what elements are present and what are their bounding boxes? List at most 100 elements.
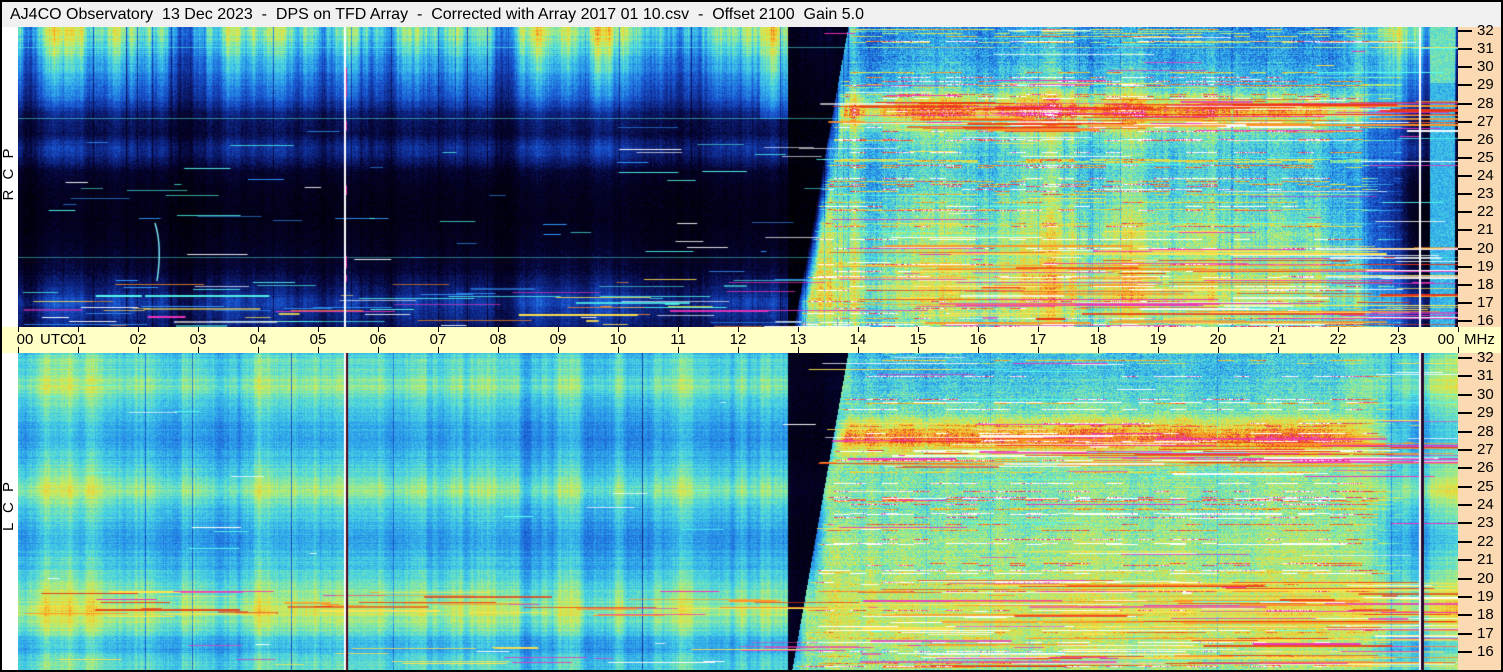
freq-tick [1458,375,1472,378]
freq-tick [1458,84,1472,87]
freq-tick [1458,320,1472,322]
freq-tick-label: 16 [1477,643,1494,660]
freq-tick [1458,614,1472,617]
time-hour-label: 02 [129,331,147,348]
time-hour-label: 22 [1329,331,1347,348]
time-tick [1458,327,1459,332]
freq-tick-label: 22 [1477,532,1494,550]
time-hour-label: 10 [609,331,627,348]
time-hour-label: 08 [489,331,507,348]
time-hour-label: 15 [909,331,927,348]
time-hour-label: 13 [789,331,807,348]
dps-viewer: AJ4CO Observatory 13 Dec 2023 - DPS on T… [0,0,1503,672]
freq-tick [1458,66,1472,69]
freq-tick-label: 30 [1477,58,1494,76]
time-hour-label: 00 [16,331,34,348]
freq-tick-label: 27 [1477,112,1494,130]
time-hour-label: 03 [189,331,207,348]
freq-tick [1458,430,1472,433]
lcp-panel-label: L C P [0,479,17,531]
time-hour-label: 01 [69,331,87,348]
freq-tick [1458,211,1472,214]
time-axis-band: 00 01 02 03 04 05 06 07 08 09 10 11 12 13 14 15 16 17 18 19… [2,327,1501,353]
freq-tick-label: 17 [1477,293,1494,311]
freq-tick [1458,522,1472,525]
freq-tick [1458,577,1472,580]
freq-tick-label: 17 [1477,624,1494,642]
freq-tick-label: 19 [1477,587,1494,605]
freq-tick-label: 29 [1477,404,1494,422]
freq-tick-label: 19 [1477,257,1494,275]
freq-tick-label: 32 [1477,349,1494,366]
lcp-spectrogram-canvas [18,353,1458,671]
rcp-spectrogram-canvas [18,27,1458,327]
freq-tick [1458,467,1472,470]
freq-tick-label: 24 [1477,167,1494,184]
freq-tick [1458,102,1472,105]
time-hour-label: 07 [429,331,447,348]
time-tick [1458,347,1459,353]
time-hour-label: 21 [1269,331,1287,348]
freq-tick-label: 23 [1477,514,1494,532]
freq-tick-label: 28 [1477,422,1494,440]
title-bar: AJ4CO Observatory 13 Dec 2023 - DPS on T… [2,2,1501,27]
time-axis-utc-label: UTC [40,331,71,348]
freq-tick [1458,632,1472,635]
freq-tick-label: 32 [1477,22,1494,39]
time-hour-label: 17 [1029,331,1047,348]
freq-tick [1458,540,1472,543]
time-hour-label: 05 [309,331,327,348]
freq-tick-label: 21 [1477,221,1494,239]
freq-tick [1458,138,1472,141]
freq-tick-label: 24 [1477,496,1494,513]
freq-tick-label: 20 [1477,239,1494,257]
time-hour-label: 09 [549,331,567,348]
freq-tick-label: 31 [1477,40,1494,58]
time-axis-mhz-label: MHz [1464,331,1495,348]
rcp-panel-label: R C P [0,145,17,201]
freq-tick-label: 18 [1477,606,1494,624]
time-hour-label: 19 [1149,331,1167,348]
freq-tick-label: 25 [1477,477,1494,495]
freq-tick-label: 28 [1477,94,1494,112]
time-hour-label: 20 [1209,331,1227,348]
freq-tick [1458,48,1472,51]
freq-tick-label: 29 [1477,76,1494,94]
time-hour-label: 11 [670,331,686,348]
time-hour-label: 12 [729,331,747,348]
freq-tick [1458,283,1472,286]
freq-tick [1458,301,1472,304]
freq-tick-label: 27 [1477,440,1494,458]
freq-tick [1458,265,1472,268]
time-hour-label: 06 [369,331,387,348]
freq-tick-label: 18 [1477,275,1494,293]
freq-tick-label: 31 [1477,367,1494,385]
time-hour-label: 00 [1437,331,1455,348]
freq-tick [1458,412,1472,415]
freq-tick [1458,393,1472,396]
freq-tick [1458,448,1472,451]
freq-tick [1458,595,1472,598]
freq-tick [1458,229,1472,232]
freq-tick [1458,651,1472,653]
freq-tick [1458,156,1472,159]
freq-tick-label: 23 [1477,185,1494,203]
time-hour-label: 18 [1089,331,1107,348]
freq-tick-label: 30 [1477,385,1494,403]
time-hour-label: 23 [1389,331,1407,348]
freq-tick [1458,30,1472,32]
freq-tick [1458,175,1472,177]
time-hour-label: 14 [849,331,867,348]
freq-tick [1458,504,1472,506]
freq-tick-label: 26 [1477,130,1494,148]
freq-tick-label: 22 [1477,203,1494,221]
freq-tick [1458,247,1472,250]
freq-tick-label: 26 [1477,459,1494,477]
freq-tick [1458,357,1472,359]
freq-tick-label: 25 [1477,148,1494,166]
freq-tick [1458,120,1472,123]
time-hour-label: 04 [249,331,267,348]
freq-tick-label: 21 [1477,551,1494,569]
freq-tick [1458,193,1472,196]
freq-tick-label: 20 [1477,569,1494,587]
